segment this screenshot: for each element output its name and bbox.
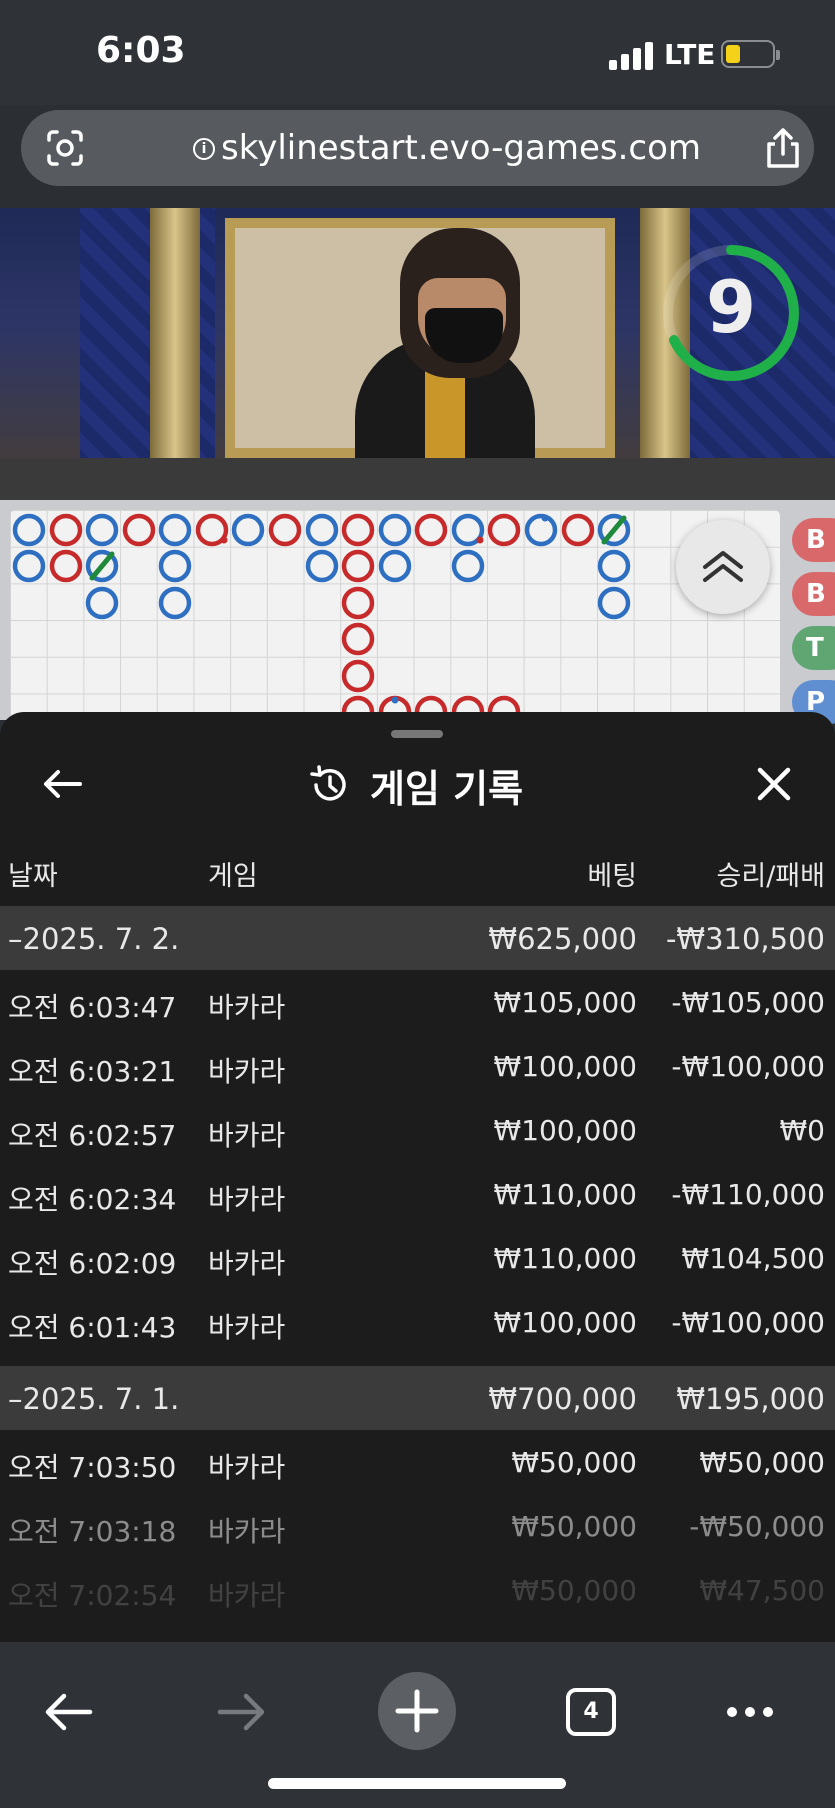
table-row[interactable]: 오전 7:03:18 바카라 ₩50,000 -₩50,000 <box>0 1494 835 1558</box>
new-tab-button[interactable] <box>378 1672 456 1750</box>
row-game: 바카라 <box>208 1247 286 1280</box>
row-win: ₩47,500 <box>699 1574 825 1607</box>
row-win: ₩0 <box>779 1114 826 1147</box>
row-win: ₩104,500 <box>681 1242 825 1275</box>
table-row[interactable]: 오전 7:02:54 바카라 ₩50,000 ₩47,500 <box>0 1558 835 1622</box>
row-bet: ₩100,000 <box>493 1114 637 1147</box>
countdown-number: 9 <box>705 265 757 349</box>
back-icon[interactable] <box>42 1688 94 1736</box>
forward-icon[interactable] <box>216 1688 268 1736</box>
day-date: –2025. 7. 1. <box>8 1382 180 1416</box>
table-row[interactable]: 오전 6:03:47 바카라 ₩105,000 -₩105,000 <box>0 970 835 1034</box>
status-bar: 6:03 LTE <box>0 0 835 105</box>
table-row[interactable]: 오전 6:02:34 바카라 ₩110,000 -₩110,000 <box>0 1162 835 1226</box>
row-time: 오전 7:03:50 <box>8 1451 177 1484</box>
url-text[interactable]: skylinestart.evo-games.com <box>221 128 701 168</box>
row-bet: ₩110,000 <box>493 1242 637 1275</box>
chevrons-up-icon <box>703 551 743 582</box>
column-headers: 날짜 게임 베팅 승리/패배 <box>0 844 835 896</box>
signal-icon <box>609 42 653 70</box>
row-game: 바카라 <box>208 1311 286 1344</box>
row-game: 바카라 <box>208 1183 286 1216</box>
info-icon[interactable]: i <box>193 138 215 160</box>
side-label-banker[interactable]: B <box>792 518 835 562</box>
row-game: 바카라 <box>208 1515 286 1548</box>
share-icon[interactable] <box>763 126 803 170</box>
day-win-total: ₩195,000 <box>676 1382 825 1416</box>
row-time: 오전 6:02:34 <box>8 1183 177 1216</box>
col-win-loss: 승리/패배 <box>716 861 825 892</box>
row-bet: ₩50,000 <box>511 1574 637 1607</box>
row-bet: ₩50,000 <box>511 1510 637 1543</box>
row-win: -₩100,000 <box>671 1306 825 1339</box>
history-icon <box>310 765 346 801</box>
row-game: 바카라 <box>208 1451 286 1484</box>
day-summary-row[interactable]: –2025. 7. 1. ₩700,000 ₩195,000 <box>0 1366 835 1430</box>
status-time: 6:03 <box>96 30 186 71</box>
side-label-banker-2[interactable]: B <box>792 572 835 616</box>
back-arrow-icon[interactable] <box>40 762 84 806</box>
expand-button[interactable] <box>676 520 770 614</box>
camera-search-icon[interactable] <box>45 128 85 168</box>
row-time: 오전 6:03:47 <box>8 991 177 1024</box>
row-win: -₩105,000 <box>671 986 825 1019</box>
row-game: 바카라 <box>208 991 286 1024</box>
row-game: 바카라 <box>208 1119 286 1152</box>
row-time: 오전 7:03:18 <box>8 1515 177 1548</box>
plus-icon <box>395 1689 439 1733</box>
bead-road-marks <box>12 513 631 722</box>
row-time: 오전 6:02:09 <box>8 1247 177 1280</box>
col-date: 날짜 <box>8 861 58 892</box>
sheet-title: 게임 기록 <box>370 767 524 811</box>
more-icon[interactable] <box>724 1702 776 1722</box>
row-win: -₩50,000 <box>689 1510 825 1543</box>
table-row[interactable]: 오전 6:02:09 바카라 ₩110,000 ₩104,500 <box>0 1226 835 1290</box>
row-bet: ₩100,000 <box>493 1050 637 1083</box>
row-win: ₩50,000 <box>699 1446 825 1479</box>
table-row[interactable]: 오전 6:02:57 바카라 ₩100,000 ₩0 <box>0 1098 835 1162</box>
day-bet-total: ₩625,000 <box>488 922 637 956</box>
battery-icon <box>721 40 780 68</box>
side-label-tie[interactable]: T <box>792 626 835 670</box>
row-bet: ₩50,000 <box>511 1446 637 1479</box>
close-icon[interactable] <box>754 764 794 804</box>
row-win: -₩100,000 <box>671 1050 825 1083</box>
row-game: 바카라 <box>208 1055 286 1088</box>
sheet-handle[interactable] <box>391 730 443 738</box>
table-row[interactable]: 오전 7:03:50 바카라 ₩50,000 ₩50,000 <box>0 1430 835 1494</box>
row-time: 오전 6:03:21 <box>8 1055 177 1088</box>
row-win: -₩110,000 <box>671 1178 825 1211</box>
row-time: 오전 6:01:43 <box>8 1311 177 1344</box>
table-row[interactable]: 오전 6:01:43 바카라 ₩100,000 -₩100,000 <box>0 1290 835 1354</box>
col-bet: 베팅 <box>587 861 637 892</box>
tab-switcher-button[interactable]: 4 <box>566 1688 616 1736</box>
row-bet: ₩105,000 <box>493 986 637 1019</box>
home-indicator <box>268 1778 566 1789</box>
day-summary-row[interactable]: –2025. 7. 2. ₩625,000 -₩310,500 <box>0 906 835 970</box>
day-win-total: -₩310,500 <box>665 922 825 956</box>
address-bar[interactable]: i skylinestart.evo-games.com <box>21 110 814 186</box>
day-bet-total: ₩700,000 <box>488 1382 637 1416</box>
row-game: 바카라 <box>208 1579 286 1612</box>
network-label: LTE <box>664 38 716 71</box>
game-history-sheet: 게임 기록 날짜 게임 베팅 승리/패배 –2025. 7. 2. ₩625,0… <box>0 712 835 1642</box>
table-row[interactable]: 오전 6:03:21 바카라 ₩100,000 -₩100,000 <box>0 1034 835 1098</box>
row-bet: ₩110,000 <box>493 1178 637 1211</box>
col-game: 게임 <box>208 861 258 892</box>
row-bet: ₩100,000 <box>493 1306 637 1339</box>
row-time: 오전 7:02:54 <box>8 1579 177 1612</box>
day-date: –2025. 7. 2. <box>8 922 180 956</box>
row-time: 오전 6:02:57 <box>8 1119 177 1152</box>
